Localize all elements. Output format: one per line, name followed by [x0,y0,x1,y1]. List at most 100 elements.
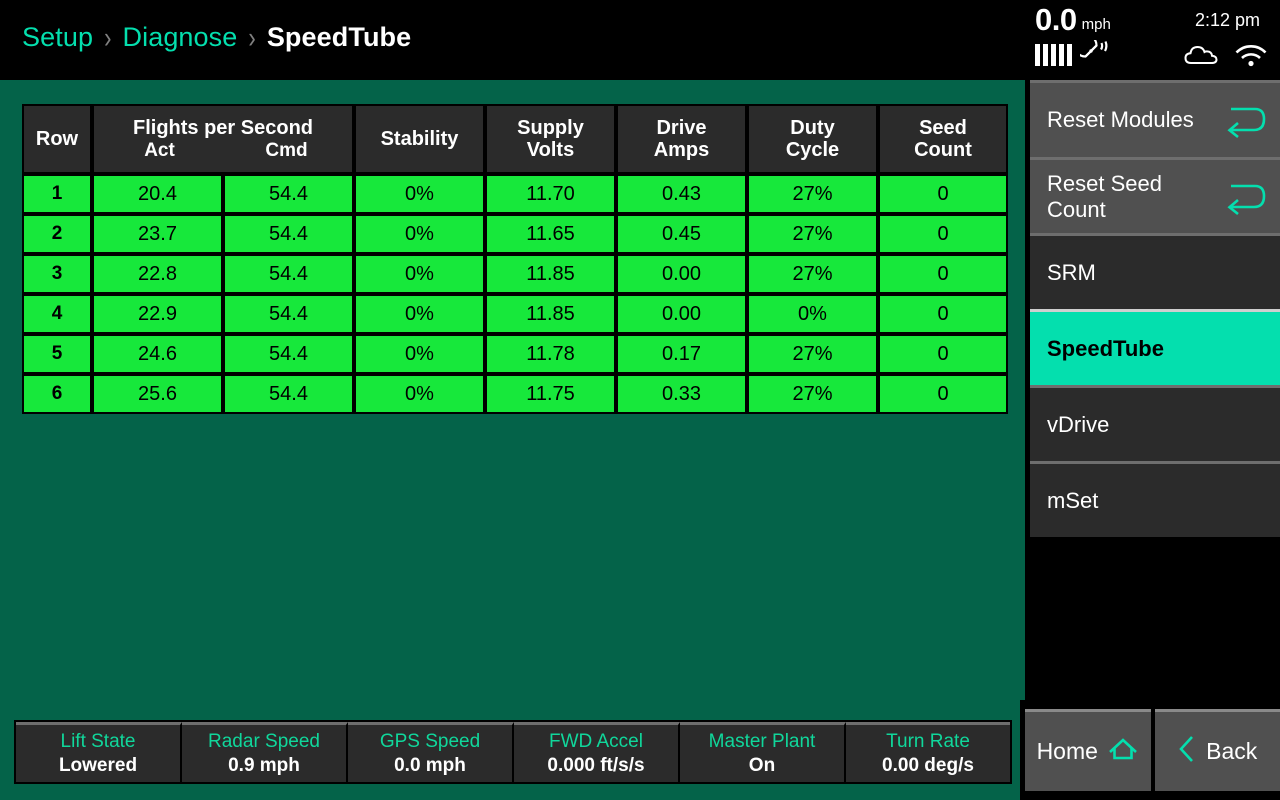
duty-cycle-cell: 27% [747,334,878,374]
row-number-cell: 3 [22,254,92,294]
home-button-label: Home [1036,738,1098,764]
status-cell: FWD Accel 0.000 ft/s/s [514,722,680,782]
supply-volts-cell: 11.85 [485,254,616,294]
drive-amps-cell: 0.00 [616,294,747,334]
stability-cell: 0% [354,294,485,334]
row-number-cell: 1 [22,174,92,214]
flights-cmd-cell: 54.4 [223,174,354,214]
column-header-duty-line1: Duty [790,116,835,139]
status-cell-value: On [748,754,776,776]
column-header-supply-volts: Supply Volts [485,104,616,174]
supply-volts-cell: 11.85 [485,294,616,334]
bottom-status-strip: Lift State Lowered Radar Speed 0.9 mph GPS S… [14,720,1012,784]
signal-bar [1051,44,1056,66]
stability-cell: 0% [354,214,485,254]
status-cell-value: 0.0 mph [394,754,466,776]
status-cell: Lift State Lowered [16,722,182,782]
breadcrumb-item-diagnose[interactable]: Diagnose [123,22,238,53]
sidebar-nav-buttons: Home Back [1025,709,1280,791]
seed-count-cell: 0 [878,254,1008,294]
drive-amps-cell: 0.17 [616,334,747,374]
column-header-duty-cycle: Duty Cycle [747,104,878,174]
flights-act-cell: 25.6 [92,374,223,414]
drive-amps-cell: 0.45 [616,214,747,254]
seed-count-cell: 0 [878,374,1008,414]
signal-bar [1043,44,1048,66]
row-number-cell: 4 [22,294,92,334]
ground-speed-readout: 0.0 mph [1035,4,1111,35]
duty-cycle-cell: 0% [747,294,878,334]
duty-cycle-cell: 27% [747,174,878,214]
sidebar-item-srm[interactable]: SRM [1030,233,1280,309]
speedtube-table: Row Flights per Second Act Cmd Stability… [22,104,1008,414]
status-cell-value: 0.9 mph [228,754,300,776]
stability-cell: 0% [354,254,485,294]
row-number-cell: 2 [22,214,92,254]
row-number-cell: 5 [22,334,92,374]
signal-strength-bars [1035,42,1072,66]
back-button-label: Back [1206,738,1258,764]
column-header-flights-per-second: Flights per Second Act Cmd [92,104,354,174]
flights-act-cell: 23.7 [92,214,223,254]
speedtube-diagnose-screen: Setup › Diagnose › SpeedTube 0.0 mph 2:1… [0,0,1280,800]
drive-amps-cell: 0.43 [616,174,747,214]
flights-act-cell: 22.8 [92,254,223,294]
status-cell-label: Turn Rate [886,730,970,752]
duty-cycle-cell: 27% [747,214,878,254]
column-header-row: Row [22,104,92,174]
speedtube-table-container: Row Flights per Second Act Cmd Stability… [22,104,1008,414]
table-row: 5 24.6 54.4 0% 11.78 0.17 27% 0 [22,334,1008,374]
back-button[interactable]: Back [1154,709,1280,791]
status-cell-value: 0.00 deg/s [882,754,974,776]
column-header-fps-cmd: Cmd [265,139,308,161]
sidebar-item-list: Reset Modules Reset Seed Count SRM SpeedTub… [1025,80,1280,537]
seed-count-cell: 0 [878,294,1008,334]
status-cell-label: FWD Accel [549,730,643,752]
flights-act-cell: 22.9 [92,294,223,334]
column-header-fps-title: Flights per Second [132,117,314,140]
table-row: 6 25.6 54.4 0% 11.75 0.33 27% 0 [22,374,1008,414]
home-button[interactable]: Home [1025,709,1151,791]
column-header-seed-line2: Count [914,139,972,161]
status-cell: GPS Speed 0.0 mph [348,722,514,782]
sidebar-item-mset[interactable]: mSet [1030,461,1280,537]
sidebar-item-label: SpeedTube [1047,335,1164,361]
row-number-cell: 6 [22,374,92,414]
satellite-dish-icon [1073,33,1112,71]
column-header-duty-line2: Cycle [785,139,840,161]
seed-count-cell: 0 [878,214,1008,254]
flights-act-cell: 20.4 [92,174,223,214]
status-cell-label: Master Plant [708,730,816,752]
top-bar: Setup › Diagnose › SpeedTube 0.0 mph 2:1… [0,0,1280,80]
cloud-icon [1184,44,1218,71]
stability-cell: 0% [354,174,485,214]
supply-volts-cell: 11.65 [485,214,616,254]
status-cell-label: GPS Speed [379,730,481,752]
sidebar-item-reset-seed-count[interactable]: Reset Seed Count [1030,157,1280,233]
table-row: 2 23.7 54.4 0% 11.65 0.45 27% 0 [22,214,1008,254]
column-header-seed-line1: Seed [919,116,967,139]
sidebar-item-label: Reset Seed Count [1047,171,1162,222]
column-header-drive-amps: Drive Amps [616,104,747,174]
flights-cmd-cell: 54.4 [223,334,354,374]
column-header-seed-count: Seed Count [878,104,1008,174]
sidebar-item-reset-modules[interactable]: Reset Modules [1030,80,1280,157]
supply-volts-cell: 11.78 [485,334,616,374]
ground-speed-value: 0.0 [1035,2,1077,37]
table-header-row: Row Flights per Second Act Cmd Stability… [22,104,1008,174]
flights-cmd-cell: 54.4 [223,374,354,414]
breadcrumb-item-setup[interactable]: Setup [22,22,93,53]
sidebar-item-label: vDrive [1047,411,1110,437]
sidebar-item-speedtube[interactable]: SpeedTube [1030,309,1280,385]
seed-count-cell: 0 [878,334,1008,374]
sidebar-item-label: mSet [1047,487,1099,513]
chevron-left-icon [1177,734,1197,770]
status-cell: Master Plant On [680,722,846,782]
right-sidebar: Reset Modules Reset Seed Count SRM SpeedTub… [1020,80,1280,800]
drive-amps-cell: 0.33 [616,374,747,414]
signal-bar [1067,44,1072,66]
breadcrumb-item-speedtube: SpeedTube [266,22,412,52]
flights-cmd-cell: 54.4 [223,294,354,334]
sidebar-item-vdrive[interactable]: vDrive [1030,385,1280,461]
column-header-amps-line2: Amps [653,139,710,161]
